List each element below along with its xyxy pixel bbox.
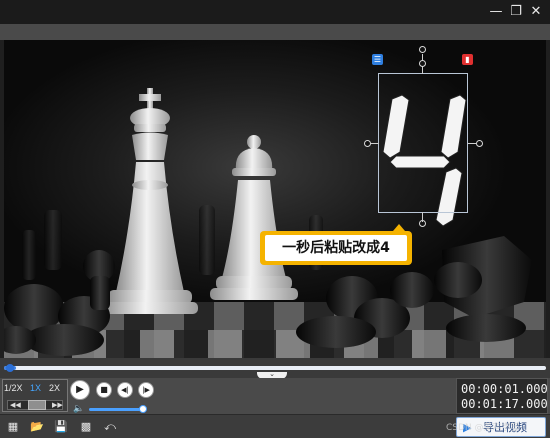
overlay-selection-box[interactable] bbox=[378, 73, 468, 213]
step-forward-icon: |▶ bbox=[142, 386, 150, 394]
open-folder-icon[interactable]: 📂 bbox=[30, 420, 44, 434]
close-icon[interactable]: ✕ bbox=[528, 4, 544, 20]
watermark: CSDN @菜鸡学堂 bbox=[446, 423, 520, 433]
speed-option-half[interactable]: 1/2X bbox=[4, 383, 23, 393]
speed-slider-knob[interactable] bbox=[28, 400, 46, 410]
speed-option-2x[interactable]: 2X bbox=[49, 383, 60, 393]
stage-header bbox=[0, 24, 550, 40]
minimize-icon[interactable]: — bbox=[488, 4, 504, 20]
timeline-track[interactable] bbox=[4, 364, 546, 372]
volume-slider-knob[interactable] bbox=[139, 405, 147, 413]
project-icon[interactable]: ▦ bbox=[6, 420, 20, 434]
step-back-button[interactable]: ◀| bbox=[117, 382, 133, 398]
resize-handle-right[interactable] bbox=[476, 140, 483, 147]
step-forward-button[interactable]: |▶ bbox=[138, 382, 154, 398]
step-back-icon: ◀| bbox=[121, 386, 129, 394]
timeline-area: ⌄ bbox=[0, 358, 550, 379]
save-as-icon[interactable]: ▩ bbox=[79, 420, 93, 434]
share-icon[interactable]: ⤺ bbox=[103, 420, 117, 434]
list-icon[interactable]: ☰ bbox=[372, 54, 383, 65]
speed-option-1x[interactable]: 1X bbox=[30, 383, 41, 393]
resize-handle-top[interactable] bbox=[419, 60, 426, 67]
stop-icon: ■ bbox=[100, 385, 108, 394]
video-preview[interactable]: ☰ ▮ 一秒后粘贴改成4 bbox=[4, 40, 546, 358]
playback-controls: 1/2X 1X 2X ◀◀ ▶▶ ▶ ■ ◀| |▶ 🔈 00:00:01.00… bbox=[0, 378, 550, 414]
time-display: 00:00:01.000 00:01:17.000 bbox=[456, 378, 548, 414]
callout-text: 一秒后粘贴改成4 bbox=[265, 235, 407, 261]
white-queen bbox=[210, 135, 298, 300]
play-icon: ▶ bbox=[76, 384, 84, 395]
left-handle-stem bbox=[370, 143, 379, 144]
rotate-handle[interactable] bbox=[419, 46, 426, 53]
speed-down-icon[interactable]: ◀◀ bbox=[10, 401, 21, 409]
speed-selector: 1/2X 1X 2X ◀◀ ▶▶ bbox=[2, 379, 68, 412]
speed-up-icon[interactable]: ▶▶ bbox=[52, 401, 63, 409]
speed-slider[interactable]: ◀◀ ▶▶ bbox=[7, 400, 63, 410]
callout-pointer bbox=[393, 224, 405, 231]
video-editor-window: — ❐ ✕ ☰ ▮ 一秒后粘贴改成4 ⌄ 1/2X 1X 2X ◀◀ ▶▶ ▶ … bbox=[0, 0, 550, 438]
volume-icon[interactable]: 🔈 bbox=[73, 404, 85, 414]
right-handle-stem bbox=[468, 143, 477, 144]
timeline-playhead[interactable] bbox=[6, 364, 14, 372]
current-time: 00:00:01.000 bbox=[461, 382, 548, 396]
total-time: 00:01:17.000 bbox=[461, 397, 548, 411]
trash-icon[interactable]: ▮ bbox=[462, 54, 473, 65]
stop-button[interactable]: ■ bbox=[96, 382, 112, 398]
white-king bbox=[102, 88, 198, 314]
play-button[interactable]: ▶ bbox=[70, 380, 90, 400]
title-bar: — ❐ ✕ bbox=[0, 0, 550, 24]
restore-icon[interactable]: ❐ bbox=[508, 4, 524, 20]
save-icon[interactable]: 💾 bbox=[54, 420, 68, 434]
volume-slider[interactable] bbox=[89, 408, 143, 411]
callout-bubble: 一秒后粘贴改成4 bbox=[260, 224, 412, 265]
bottom-handle-stem bbox=[422, 212, 423, 222]
